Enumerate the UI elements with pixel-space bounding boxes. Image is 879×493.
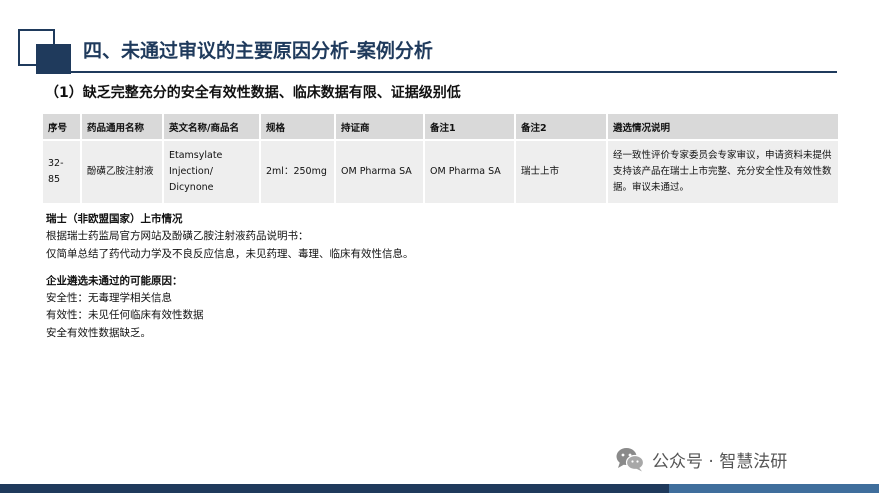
watermark-text: 公众号 · 智慧法研 — [652, 451, 788, 472]
cell-spec: 2ml：250mg — [259, 140, 335, 203]
column-header-spec: 规格 — [259, 114, 335, 140]
column-header-note2: 备注2 — [514, 114, 607, 140]
swiss-line-1: 根据瑞士药监局官方网站及酚磺乙胺注射液药品说明书： — [46, 230, 309, 243]
cell-no: 32-85 — [43, 140, 81, 203]
case-table: 序号 药品通用名称 英文名称/商品名 规格 持证商 备注1 备注2 遴选情况说明… — [43, 114, 838, 203]
column-header-holder: 持证商 — [334, 114, 424, 140]
cell-generic-name: 酚磺乙胺注射液 — [80, 140, 163, 203]
cell-description: 经一致性评价专家委员会专家审议，申请资料未提供支持该产品在瑞士上市完整、充分安全… — [606, 140, 838, 203]
notes-block: 瑞士（非欧盟国家）上市情况 根据瑞士药监局官方网站及酚磺乙胺注射液药品说明书： … — [46, 211, 414, 342]
cell-note2: 瑞士上市 — [514, 140, 607, 203]
swiss-heading: 瑞士（非欧盟国家）上市情况 — [46, 213, 183, 225]
notes-gap — [46, 263, 414, 273]
title-divider — [71, 71, 837, 73]
reason-heading: 企业遴选未通过的可能原因： — [46, 274, 183, 287]
cell-holder: OM Pharma SA — [334, 140, 424, 203]
column-header-no: 序号 — [43, 114, 81, 140]
table-row: 32-85 酚磺乙胺注射液 Etamsylate Injection/ Dicy… — [43, 140, 838, 203]
reason-safety: 安全性：无毒理学相关信息 — [46, 292, 172, 305]
wechat-icon — [616, 448, 645, 472]
footer-bar — [0, 484, 879, 493]
footer-accent — [669, 484, 879, 493]
reason-summary: 安全有效性数据缺乏。 — [46, 326, 151, 339]
column-header-description: 遴选情况说明 — [606, 114, 838, 140]
column-header-note1: 备注1 — [423, 114, 515, 140]
page-title: 四、未通过审议的主要原因分析-案例分析 — [83, 40, 433, 62]
watermark: 公众号 · 智慧法研 — [615, 446, 787, 472]
cell-english-name: Etamsylate Injection/ Dicynone — [162, 140, 260, 203]
cell-note1: OM Pharma SA — [423, 140, 515, 203]
column-header-english-name: 英文名称/商品名 — [162, 114, 260, 140]
logo-solid-square — [36, 44, 71, 74]
column-header-generic-name: 药品通用名称 — [80, 114, 163, 140]
section-heading: （1）缺乏完整充分的安全有效性数据、临床数据有限、证据级别低 — [45, 85, 461, 101]
table-header-row: 序号 药品通用名称 英文名称/商品名 规格 持证商 备注1 备注2 遴选情况说明 — [43, 114, 838, 140]
reason-efficacy: 有效性：未见任何临床有效性数据 — [46, 309, 204, 322]
swiss-line-2: 仅简单总结了药代动力学及不良反应信息，未见药理、毒理、临床有效性信息。 — [46, 247, 414, 260]
